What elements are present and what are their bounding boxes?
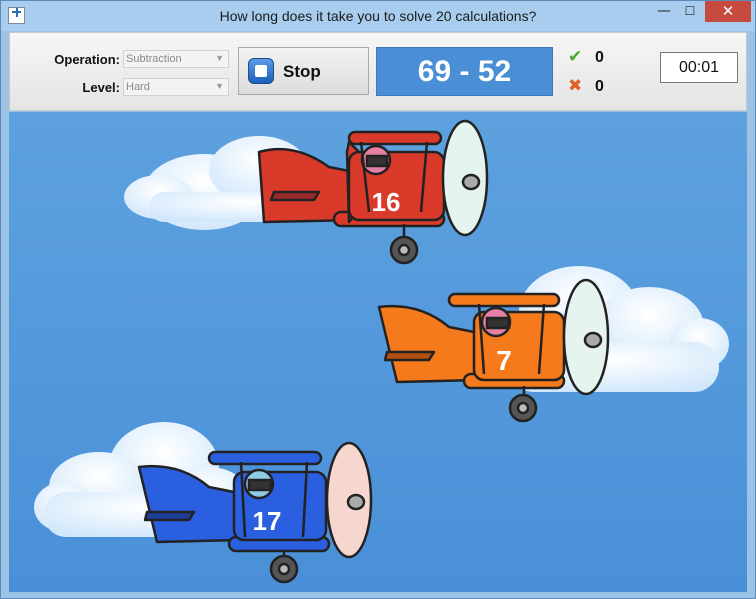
level-label: Level:: [82, 80, 120, 95]
plane-orange[interactable]: 7: [377, 278, 610, 423]
close-button[interactable]: ✕: [705, 1, 751, 22]
problem-display: 69 - 52: [376, 47, 553, 96]
maximize-button[interactable]: ☐: [677, 4, 703, 24]
plane-red[interactable]: 16: [257, 119, 489, 265]
cross-icon: ✖: [568, 76, 583, 96]
game-area: 16 7 17: [9, 112, 747, 592]
chevron-down-icon: ▼: [215, 81, 224, 91]
game-scene: 16 7 17: [34, 119, 729, 584]
timer-display: 00:01: [660, 52, 738, 83]
window-title: How long does it take you to solve 20 ca…: [219, 8, 537, 24]
answer-label: 16: [372, 187, 401, 217]
check-icon: ✔: [568, 47, 583, 67]
correct-count: 0: [595, 49, 604, 66]
title-bar[interactable]: How long does it take you to solve 20 ca…: [1, 1, 755, 31]
level-select[interactable]: Hard ▼: [123, 78, 229, 96]
stop-icon: [248, 58, 274, 84]
stop-label: Stop: [283, 62, 321, 81]
chevron-down-icon: ▼: [215, 53, 224, 63]
answer-label: 17: [253, 506, 282, 536]
operation-label: Operation:: [54, 52, 120, 67]
wrong-count: 0: [595, 78, 604, 95]
level-value: Hard: [126, 81, 150, 93]
stop-button[interactable]: Stop: [238, 47, 369, 95]
app-window: How long does it take you to solve 20 ca…: [0, 0, 756, 599]
minimize-button[interactable]: —: [651, 3, 677, 23]
toolbar: Operation: Subtraction ▼ Level: Hard ▼ S…: [9, 32, 747, 111]
operation-value: Subtraction: [126, 53, 182, 65]
answer-label: 7: [496, 345, 512, 376]
operation-select[interactable]: Subtraction ▼: [123, 50, 229, 68]
